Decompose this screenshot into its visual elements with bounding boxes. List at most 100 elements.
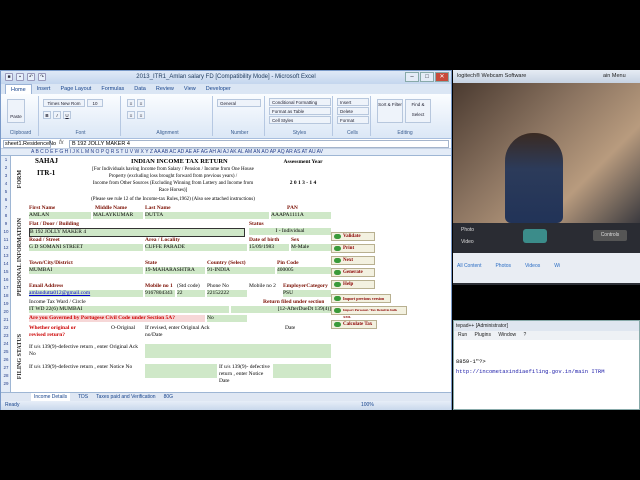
align-top-icon[interactable]: ≡: [127, 99, 135, 107]
generate-button[interactable]: Generate: [331, 268, 375, 277]
dob-field[interactable]: 15/09/1983: [249, 244, 289, 251]
row-headers[interactable]: 123 456 789 10 11 12 13 14 15 16 17 18 19 20 21 …: [1, 156, 11, 392]
font-name-select[interactable]: Times New Rom: [43, 99, 85, 107]
area-field[interactable]: CUFFE PARADE: [145, 244, 247, 251]
save-icon[interactable]: ▪: [16, 73, 24, 81]
zoom-level[interactable]: 100%: [361, 401, 374, 410]
italic-icon[interactable]: I: [53, 111, 61, 119]
email-field[interactable]: amlandutta012@gmail.com: [29, 290, 143, 297]
tab-videos[interactable]: Videos: [525, 263, 540, 273]
font-group: Times New Rom 10 B I U Font: [41, 96, 121, 136]
sort-filter-button[interactable]: Sort & Filter: [377, 99, 403, 123]
tab-data[interactable]: Data: [129, 84, 151, 94]
notepad-text[interactable]: 8859-1"?> http://incometaxindiaefiling.g…: [456, 357, 605, 377]
calculate-tax-button[interactable]: Calculate Tax: [331, 320, 377, 329]
webcam-tabs: All Content Photos Videos Wi: [453, 253, 640, 283]
camera-capture-button[interactable]: [523, 229, 547, 243]
defective-ack-field[interactable]: [145, 344, 331, 358]
help-button[interactable]: Help: [331, 280, 375, 289]
std-code-field[interactable]: 22: [177, 290, 205, 297]
person-in-video: [505, 133, 563, 223]
ward-field[interactable]: IT WD 22(6) MUMBAI: [29, 306, 229, 313]
worksheet-grid[interactable]: FORM PERSONAL INFORMATION FILING STATUS …: [11, 156, 451, 392]
validate-button[interactable]: Validate: [331, 232, 375, 241]
minimize-button[interactable]: –: [405, 72, 419, 82]
ribbon-tabs: Home Insert Page Layout Formulas Data Re…: [1, 84, 451, 94]
import-previous-button[interactable]: Import previous version: [331, 294, 391, 303]
tab-all-content[interactable]: All Content: [457, 263, 481, 273]
formula-input[interactable]: B 192 JOLLY MAKER 4: [69, 140, 449, 148]
underline-icon[interactable]: U: [63, 111, 71, 119]
sheet-tab-taxes-paid[interactable]: Taxes paid and Verification: [96, 393, 155, 401]
first-name-field[interactable]: AMLAN: [29, 212, 91, 219]
middle-name-field[interactable]: MALAYKUMAR: [93, 212, 143, 219]
cell-styles-button[interactable]: Cell Styles: [269, 116, 331, 124]
controls-button[interactable]: Controls: [593, 230, 627, 241]
alignment-group: ≡ ≡ ≡ ≡ Alignment: [123, 96, 213, 136]
align-center-icon[interactable]: ≡: [137, 111, 145, 119]
sex-field[interactable]: M-Male: [291, 244, 331, 251]
defective-date-field[interactable]: [273, 364, 331, 378]
return-filed-field[interactable]: [12-AfterDueDt 139(4)]: [231, 306, 331, 313]
format-as-table-button[interactable]: Format as Table: [269, 107, 331, 115]
import-xml-button[interactable]: Import Personal / Tax Detail in bulk XML: [331, 306, 407, 319]
name-box[interactable]: sheet1.ResidenceNo: [3, 140, 56, 148]
road-field[interactable]: G D SOMANI STREET: [29, 244, 143, 251]
calculator-icon: [334, 322, 341, 327]
align-middle-icon[interactable]: ≡: [137, 99, 145, 107]
maximize-button[interactable]: □: [420, 72, 434, 82]
cells-group: Insert Delete Format Cells: [335, 96, 371, 136]
close-button[interactable]: ✕: [435, 72, 449, 82]
portugese-field[interactable]: No: [207, 315, 247, 322]
photo-label[interactable]: Photo: [461, 227, 474, 233]
tab-insert[interactable]: Insert: [32, 84, 56, 94]
notepad-menu[interactable]: Run Plugins Window ?: [454, 331, 639, 340]
pan-field[interactable]: AAAPA1111A: [271, 212, 331, 219]
conditional-formatting-button[interactable]: Conditional Formatting: [269, 98, 331, 106]
clipboard-group: Paste Clipboard: [3, 96, 39, 136]
video-label[interactable]: Video: [461, 239, 474, 245]
mobile1-field[interactable]: 9167804343: [145, 290, 175, 297]
flat-field[interactable]: B 192 JOLLY MAKER 4: [29, 228, 245, 237]
redo-icon[interactable]: ↷: [38, 73, 46, 81]
tab-more[interactable]: Wi: [554, 263, 560, 273]
state-field[interactable]: 19-MAHARASHTRA: [145, 267, 205, 274]
paste-button[interactable]: Paste: [7, 99, 25, 123]
tab-page-layout[interactable]: Page Layout: [55, 84, 96, 94]
sheet-tab-tds[interactable]: TDS: [78, 393, 88, 401]
status-field[interactable]: I - Individual: [249, 228, 331, 235]
town-field[interactable]: MUMBAI: [29, 267, 143, 274]
country-field[interactable]: 91-INDIA: [207, 267, 275, 274]
defective-notice-label: If u/s 139(9)-defective return , enter N…: [29, 364, 133, 370]
number-format-select[interactable]: General: [217, 99, 261, 107]
tab-home[interactable]: Home: [5, 84, 32, 94]
format-cells-button[interactable]: Format: [337, 116, 369, 124]
defective-notice-field[interactable]: [145, 364, 217, 378]
fx-icon[interactable]: fx: [59, 140, 64, 146]
print-button[interactable]: Print: [331, 244, 375, 253]
next-button[interactable]: Next: [331, 256, 375, 265]
font-size-select[interactable]: 10: [87, 99, 103, 107]
find-select-button[interactable]: Find & Select: [405, 99, 431, 123]
tab-photos[interactable]: Photos: [495, 263, 511, 273]
sheet-tab-80g[interactable]: 80G: [164, 393, 173, 401]
sheet-tab-income-details[interactable]: Income Details: [31, 393, 71, 401]
tab-view[interactable]: View: [179, 84, 201, 94]
insert-cells-button[interactable]: Insert: [337, 98, 369, 106]
last-name-field[interactable]: DUTTA: [145, 212, 269, 219]
pin-label: Pin Code: [277, 260, 299, 266]
tab-review[interactable]: Review: [151, 84, 179, 94]
original-field[interactable]: O-Original: [111, 325, 135, 332]
employer-category-field[interactable]: PSU: [283, 290, 331, 297]
column-headers[interactable]: A B C D E F G H I J K L M N O P Q R S T …: [1, 149, 451, 156]
delete-cells-button[interactable]: Delete: [337, 107, 369, 115]
undo-icon[interactable]: ↶: [27, 73, 35, 81]
pin-field[interactable]: 400005: [277, 267, 331, 274]
tab-formulas[interactable]: Formulas: [96, 84, 129, 94]
align-left-icon[interactable]: ≡: [127, 111, 135, 119]
notepad-title: tepad++ [Administrator]: [454, 321, 639, 331]
tab-developer[interactable]: Developer: [201, 84, 236, 94]
phone-field[interactable]: 22152222: [207, 290, 247, 297]
bold-icon[interactable]: B: [43, 111, 51, 119]
office-button-icon[interactable]: ■: [5, 73, 13, 81]
